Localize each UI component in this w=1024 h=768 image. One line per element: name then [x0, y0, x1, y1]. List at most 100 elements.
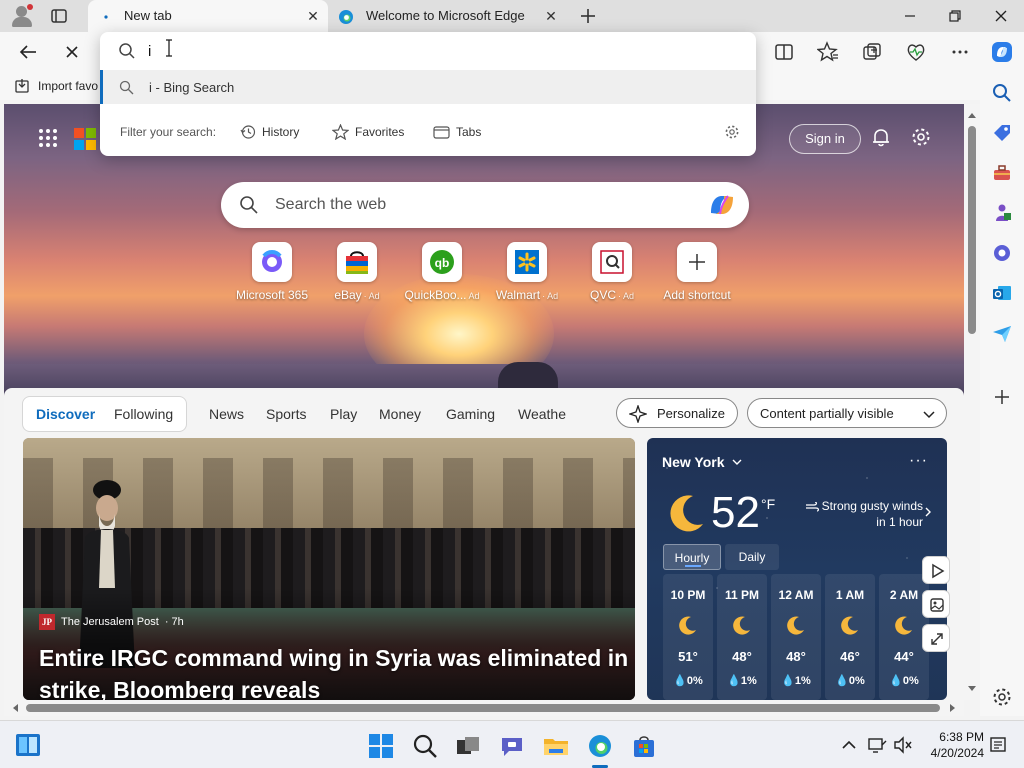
notification-center-icon[interactable]: [988, 735, 1008, 755]
search-suggestion[interactable]: i - Bing Search: [100, 70, 756, 104]
games-icon[interactable]: [991, 202, 1013, 224]
shortcut-quickbooks[interactable]: qb QuickBoo... Ad: [402, 242, 482, 302]
microsoft-store-icon[interactable]: [631, 733, 657, 759]
edge-taskbar-icon[interactable]: [587, 733, 613, 759]
start-button-icon[interactable]: [368, 733, 394, 759]
shortcut-label: QVC: [589, 288, 616, 302]
profile-icon[interactable]: [10, 4, 34, 28]
shortcut-microsoft-365[interactable]: Microsoft 365: [232, 242, 312, 302]
tab-news[interactable]: News: [209, 406, 244, 422]
scroll-down-icon[interactable]: [964, 682, 980, 694]
web-search-input[interactable]: [275, 192, 695, 218]
news-headline[interactable]: Entire IRGC command wing in Syria was el…: [39, 642, 629, 700]
tab-weather[interactable]: Weathe: [518, 406, 566, 422]
volume-muted-icon[interactable]: [893, 735, 913, 755]
outlook-icon[interactable]: [991, 282, 1013, 304]
new-tab-button[interactable]: [578, 6, 598, 26]
expand-button[interactable]: [922, 624, 950, 652]
weather-card[interactable]: New York ··· 52 °F Strong gusty winds in…: [647, 438, 947, 700]
hour-temp: 51°: [678, 649, 698, 664]
shortcut-label: eBay: [334, 288, 362, 302]
filter-history[interactable]: History: [240, 121, 299, 143]
personalize-button[interactable]: Personalize: [616, 398, 738, 428]
stop-loading-button[interactable]: [61, 41, 83, 63]
weather-tab-daily[interactable]: Daily: [725, 544, 779, 570]
teams-chat-icon[interactable]: [499, 733, 525, 759]
page-settings-icon[interactable]: [910, 126, 932, 148]
weather-location[interactable]: New York: [662, 454, 725, 470]
crescent-moon-icon: [670, 495, 703, 532]
search-icon[interactable]: [991, 82, 1013, 104]
microsoft-365-icon[interactable]: [991, 242, 1013, 264]
content-visibility-dropdown[interactable]: Content partially visible: [747, 398, 947, 428]
filter-favorites[interactable]: Favorites: [332, 121, 404, 143]
video-play-button[interactable]: [922, 556, 950, 584]
scroll-up-icon[interactable]: [964, 110, 980, 122]
close-tab-icon[interactable]: ✕: [304, 7, 322, 25]
ad-label: · Ad: [542, 291, 559, 301]
split-screen-icon[interactable]: [773, 41, 795, 63]
tab-play[interactable]: Play: [330, 406, 357, 422]
more-options-icon[interactable]: [949, 41, 971, 63]
source-logo: JP: [39, 614, 55, 630]
restore-button[interactable]: [945, 6, 965, 26]
send-icon[interactable]: [991, 322, 1013, 344]
app-launcher-icon[interactable]: [38, 128, 58, 148]
tab-sports[interactable]: Sports: [266, 406, 306, 422]
ebay-bag-icon: [346, 251, 368, 274]
filter-tabs[interactable]: Tabs: [433, 121, 481, 143]
news-card[interactable]: JP The Jerusalem Post · 7h Entire IRGC c…: [23, 438, 635, 700]
web-search-box[interactable]: [221, 182, 749, 228]
vertical-scrollbar[interactable]: [964, 104, 980, 700]
background-image-button[interactable]: [922, 590, 950, 618]
tools-icon[interactable]: [991, 162, 1013, 184]
file-explorer-icon[interactable]: [543, 733, 569, 759]
close-tab-icon[interactable]: ✕: [542, 7, 560, 25]
weather-tab-hourly[interactable]: Hourly: [663, 544, 721, 570]
shopping-tag-icon[interactable]: [991, 122, 1013, 144]
shortcut-ebay[interactable]: eBay · Ad: [317, 242, 397, 302]
sparkle-icon: [629, 405, 647, 423]
shortcut-walmart[interactable]: Walmart · Ad: [487, 242, 567, 302]
copilot-icon[interactable]: [990, 40, 1014, 64]
import-favorites-button[interactable]: Import favo: [14, 78, 98, 94]
tab-new-tab[interactable]: New tab ✕: [88, 0, 328, 32]
browser-essentials-icon[interactable]: [905, 41, 927, 63]
minimize-button[interactable]: [900, 6, 920, 26]
search-settings-icon[interactable]: [724, 124, 740, 140]
widgets-icon[interactable]: [15, 732, 41, 758]
address-bar-input[interactable]: [148, 38, 648, 64]
tab-gaming[interactable]: Gaming: [446, 406, 495, 422]
tab-welcome[interactable]: Welcome to Microsoft Edge ✕: [330, 0, 566, 32]
tab-money[interactable]: Money: [379, 406, 421, 422]
tab-following[interactable]: Following: [114, 406, 173, 422]
tab-discover[interactable]: Discover: [36, 406, 95, 422]
back-button[interactable]: [17, 41, 39, 63]
search-icon[interactable]: [412, 733, 438, 759]
sidebar-settings-icon[interactable]: [991, 686, 1013, 708]
chevron-up-icon[interactable]: [839, 735, 859, 755]
tab-actions-icon[interactable]: [50, 7, 68, 25]
close-window-button[interactable]: [991, 6, 1011, 26]
add-shortcut-button[interactable]: Add shortcut: [657, 242, 737, 302]
add-sidebar-app-icon[interactable]: [991, 386, 1013, 408]
copilot-search-icon[interactable]: [707, 191, 737, 219]
hour-precip: 💧1%: [727, 675, 757, 687]
network-icon[interactable]: [867, 735, 887, 755]
favorites-icon[interactable]: [817, 41, 839, 63]
chevron-right-icon[interactable]: [923, 506, 933, 518]
horizontal-scroll-thumb[interactable]: [26, 704, 940, 712]
shortcut-qvc[interactable]: QVC · Ad: [572, 242, 652, 302]
task-view-icon[interactable]: [455, 733, 481, 759]
scroll-right-icon[interactable]: [946, 700, 958, 716]
scroll-left-icon[interactable]: [10, 700, 22, 716]
notifications-icon[interactable]: [870, 126, 892, 148]
chevron-down-icon[interactable]: [731, 456, 743, 468]
vertical-scroll-thumb[interactable]: [968, 126, 976, 334]
sign-in-button[interactable]: Sign in: [789, 124, 861, 154]
horizontal-scrollbar[interactable]: [4, 700, 964, 716]
more-options-icon[interactable]: ···: [909, 452, 928, 470]
taskbar-clock[interactable]: 6:38 PM 4/20/2024: [922, 729, 984, 761]
collections-icon[interactable]: [861, 41, 883, 63]
weather-alert[interactable]: Strong gusty winds in 1 hour: [793, 498, 923, 530]
